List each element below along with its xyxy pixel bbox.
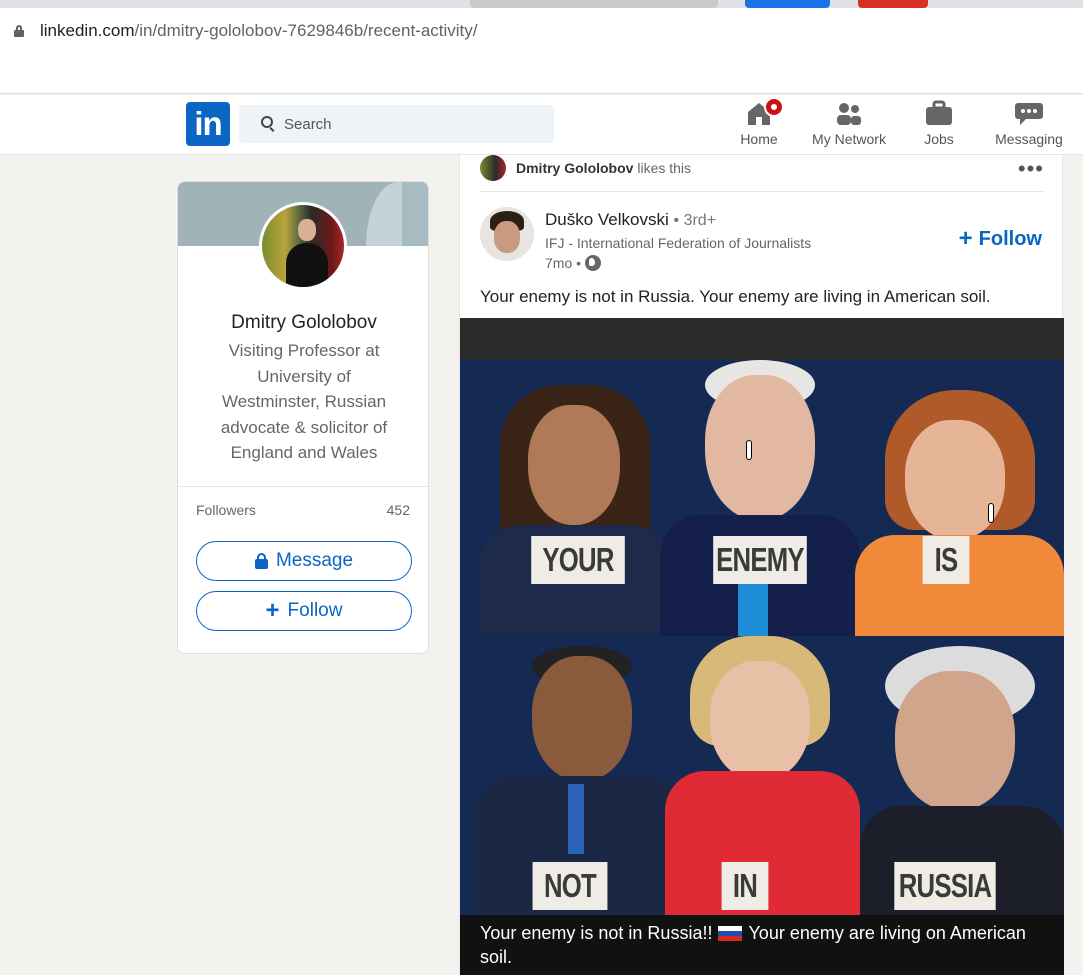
- author-name-line[interactable]: Duško Velkovski • 3rd+: [545, 210, 716, 230]
- search-input[interactable]: [284, 114, 534, 134]
- image-row-top: YOUR ENEMY IS: [460, 360, 1064, 636]
- browser-tab-strip[interactable]: [0, 0, 1083, 8]
- sign-enemy: ENEMY: [713, 536, 807, 584]
- follow-profile-button[interactable]: + Follow: [196, 591, 412, 631]
- activity-text: Dmitry Gololobov likes this: [516, 160, 692, 176]
- notification-badge: [764, 97, 784, 117]
- hand-cursor-icon: [742, 440, 758, 460]
- author-subtitle: IFJ - International Federation of Journa…: [545, 235, 812, 251]
- nav-messaging[interactable]: Messaging: [992, 99, 1066, 151]
- sign-is: IS: [922, 536, 970, 584]
- messaging-icon: [1014, 99, 1044, 127]
- post-timestamp: 7mo •: [545, 255, 602, 271]
- feed-post: Dmitry Gololobov likes this ••• Duško Ve…: [459, 155, 1064, 975]
- lock-icon[interactable]: [14, 25, 24, 37]
- profile-headline: Visiting Professor at University of West…: [220, 341, 388, 462]
- profile-avatar[interactable]: [259, 202, 347, 290]
- nav-jobs-label: Jobs: [924, 131, 954, 147]
- globe-icon: [585, 255, 602, 271]
- url-text[interactable]: linkedin.com/in/dmitry-gololobov-7629846…: [40, 21, 478, 41]
- follow-button-label: Follow: [287, 600, 343, 621]
- nav-messaging-label: Messaging: [995, 131, 1063, 147]
- home-icon: [744, 97, 784, 127]
- message-button-label: Message: [275, 550, 354, 571]
- profile-card: Dmitry Gololobov Visiting Professor at U…: [177, 181, 429, 654]
- nav-home-label: Home: [740, 131, 778, 147]
- activity-header: Dmitry Gololobov likes this •••: [480, 155, 1044, 192]
- network-icon: [834, 99, 864, 127]
- followers-label: Followers: [196, 502, 256, 518]
- image-row-bottom: NOT IN RUSSIA: [460, 636, 1064, 915]
- message-button[interactable]: Message: [196, 541, 412, 581]
- follow-author-button[interactable]: + Follow: [959, 227, 1042, 251]
- russian-flag-icon: [718, 926, 743, 941]
- lock-icon: [254, 553, 268, 569]
- author-avatar[interactable]: [480, 207, 534, 261]
- nav-my-network-label: My Network: [812, 131, 886, 147]
- plus-icon: +: [958, 225, 973, 252]
- nav-jobs[interactable]: Jobs: [914, 99, 964, 151]
- more-options-icon[interactable]: •••: [1018, 156, 1044, 182]
- post-image[interactable]: YOUR ENEMY IS NOT IN RUSSIA Your enemy i…: [460, 318, 1064, 975]
- sign-not: NOT: [532, 862, 608, 910]
- plus-icon: +: [265, 597, 280, 624]
- bookmarks-bar: [0, 54, 1083, 94]
- search-icon: [261, 116, 273, 128]
- sign-in: IN: [721, 862, 769, 910]
- post-text: Your enemy is not in Russia. Your enemy …: [480, 287, 991, 306]
- search-box[interactable]: [239, 105, 554, 143]
- profile-name[interactable]: Dmitry Gololobov: [178, 312, 428, 334]
- followers-count: 452: [386, 502, 410, 518]
- divider: [178, 486, 428, 487]
- activity-avatar[interactable]: [480, 155, 506, 181]
- address-bar[interactable]: linkedin.com/in/dmitry-gololobov-7629846…: [0, 8, 1083, 54]
- sign-russia: RUSSIA: [894, 862, 996, 910]
- linkedin-logo[interactable]: in: [186, 102, 230, 146]
- nav-my-network[interactable]: My Network: [806, 99, 892, 151]
- briefcase-icon: [924, 99, 954, 127]
- nav-home[interactable]: Home: [730, 97, 788, 151]
- sign-your: YOUR: [531, 536, 625, 584]
- hand-cursor-icon: [984, 503, 1000, 523]
- image-caption: Your enemy is not in Russia!! Your enemy …: [460, 915, 1064, 975]
- linkedin-header: in Home My Network Jobs Messaging: [0, 95, 1083, 155]
